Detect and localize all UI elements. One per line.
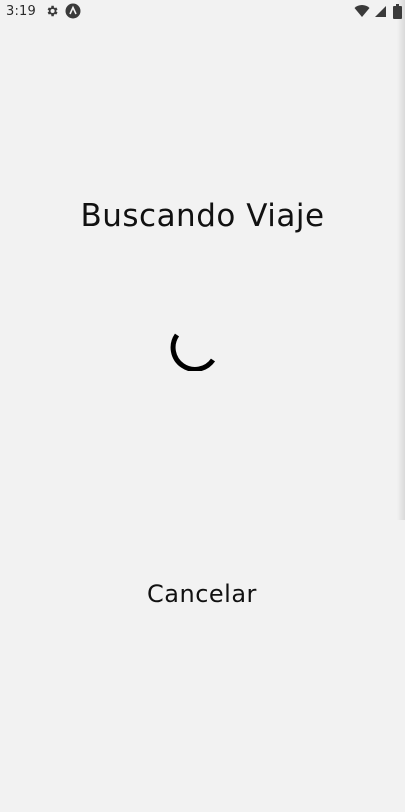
battery-icon [389,3,405,19]
loading-spinner-icon [170,333,216,371]
vpn-icon [65,3,81,19]
status-time: 3:19 [6,4,36,19]
wifi-icon [354,3,370,19]
signal-icon [372,3,388,19]
page-title: Buscando Viaje [80,198,325,234]
status-bar: 3:19 [0,0,405,24]
drawer-edge-shadow [397,0,405,520]
cancel-button[interactable]: Cancelar [122,574,282,614]
gear-icon [44,3,60,19]
screen: 3:19 Buscando Viaje Cancelar [0,0,405,812]
